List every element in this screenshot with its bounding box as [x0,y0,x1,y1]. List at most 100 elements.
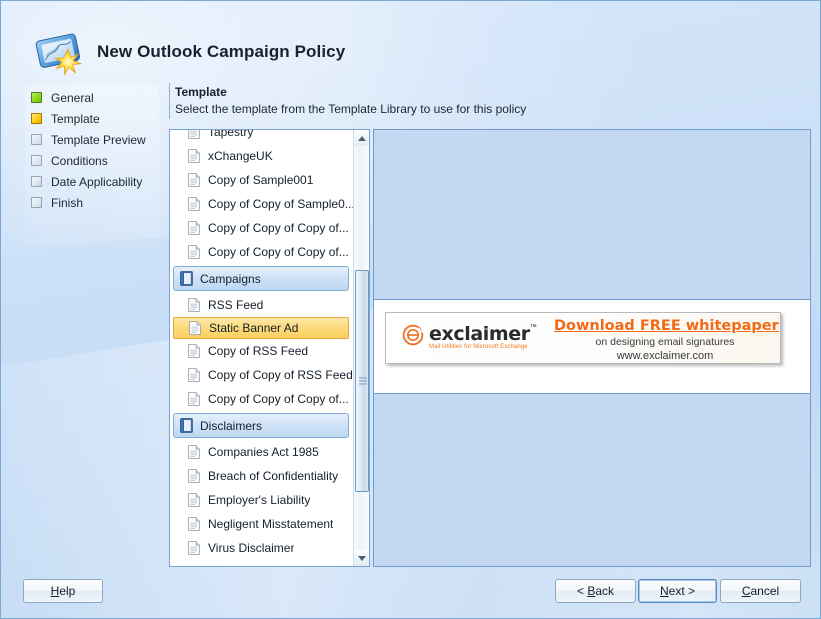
template-list-item[interactable]: Copy of Copy of Copy of... [170,216,354,240]
document-icon [189,321,201,335]
template-item-label: Copy of Sample001 [208,173,314,187]
template-item-label: RSS Feed [208,298,264,312]
scroll-up-button[interactable] [354,130,369,146]
template-item-label: Copy of RSS Feed [208,344,309,358]
step-status-icon-date-applicability [31,176,42,187]
template-item-label: Copy of Copy of RSS Feed [208,368,353,382]
step-status-icon-general [31,92,42,103]
header-divider [169,83,170,119]
template-library-list[interactable]: Tapestry xChangeUK Copy of Sample001 Copy o… [169,129,370,567]
template-group-header[interactable]: Disclaimers [173,413,349,438]
template-list-item[interactable]: Copy of Copy of Copy of... [170,387,354,411]
template-group-label: Disclaimers [200,418,263,433]
document-icon [188,197,200,211]
document-icon [188,173,200,187]
sidebar-item-label: Finish [51,195,84,210]
exclaimer-banner: exclaimer ™ Mail Utilities for Microsoft… [385,312,781,364]
step-status-icon-finish [31,197,42,208]
cancel-button[interactable]: Cancel [720,579,801,603]
template-group-header[interactable]: Campaigns [173,266,349,291]
document-icon [188,392,200,406]
sidebar-item-label: Conditions [51,153,108,168]
banner-subline-1: on designing email signatures [595,336,735,348]
sidebar-item-label: Date Applicability [51,174,143,189]
template-list-items: Tapestry xChangeUK Copy of Sample001 Copy o… [170,130,354,560]
step-status-icon-template [31,113,42,124]
step-status-icon-conditions [31,155,42,166]
template-list-item[interactable]: Virus Disclaimer [170,536,354,560]
template-list-item[interactable]: Negligent Misstatement [170,512,354,536]
document-icon [188,149,200,163]
template-list-item[interactable]: Breach of Confidentiality [170,464,354,488]
wizard-window: New Outlook Campaign Policy General Temp… [0,0,821,619]
document-icon [188,298,200,312]
template-preview-panel: exclaimer ™ Mail Utilities for Microsoft… [373,129,811,567]
template-list-item[interactable]: Copy of RSS Feed [170,339,354,363]
template-group-label: Campaigns [200,271,261,286]
document-icon [188,469,200,483]
template-item-label: Copy of Copy of Sample0... [208,197,354,211]
template-item-label: Copy of Copy of Copy of... [208,221,349,235]
template-item-label: Copy of Copy of Copy of... [208,392,349,406]
document-icon [188,245,200,259]
trademark-symbol: ™ [529,324,537,331]
template-item-label: xChangeUK [208,149,273,163]
document-icon [188,445,200,459]
template-list-viewport: Tapestry xChangeUK Copy of Sample001 Copy o… [170,130,354,566]
template-list-item[interactable]: xChangeUK [170,144,354,168]
back-button-label: < Back [576,584,615,598]
sidebar-item-label: Template Preview [51,132,146,147]
template-list-item-selected[interactable]: Static Banner Ad [173,317,349,339]
template-list-item[interactable]: Copy of Sample001 [170,168,354,192]
template-list-item[interactable]: Copy of Copy of Copy of... [170,240,354,264]
next-button-label: Next > [659,584,696,598]
template-item-label: Tapestry [208,130,254,139]
template-list-item[interactable]: Tapestry [170,130,354,144]
outlook-campaign-icon [35,33,82,76]
template-item-label: Breach of Confidentiality [208,469,339,483]
document-icon [188,368,200,382]
help-button-label: Help [50,584,76,598]
exclaimer-wordmark: exclaimer [429,323,530,345]
folder-book-icon [180,418,193,433]
exclaimer-mark-icon [402,324,424,346]
next-button[interactable]: Next > [638,579,717,603]
banner-message: Download FREE whitepaper on designing em… [554,318,779,363]
scroll-up-arrow-icon [357,135,366,141]
document-icon [188,517,200,531]
content-header: Template Select the template from the Te… [175,85,526,117]
sidebar-item-label: General [51,90,94,105]
sidebar-item-general[interactable]: General [31,87,166,108]
template-list-item[interactable]: Companies Act 1985 [170,440,354,464]
template-list-scrollbar[interactable] [353,130,369,566]
template-list-item[interactable]: Employer's Liability [170,488,354,512]
sidebar-item-conditions[interactable]: Conditions [31,150,166,171]
document-icon [188,541,200,555]
template-list-item[interactable]: RSS Feed [170,293,354,317]
scroll-down-arrow-icon [357,555,366,561]
document-icon [188,344,200,358]
content-title: Template [175,85,227,99]
wizard-header: New Outlook Campaign Policy [1,1,820,83]
wizard-steps-nav: General Template Template Preview Condit… [31,87,166,213]
sidebar-item-finish[interactable]: Finish [31,192,166,213]
template-list-item[interactable]: Copy of Copy of Sample0... [170,192,354,216]
step-status-icon-template-preview [31,134,42,145]
exclaimer-tagline: Mail Utilities for Microsoft Exchange [429,344,528,350]
scrollbar-thumb[interactable] [355,270,369,492]
sidebar-item-template[interactable]: Template [31,108,166,129]
document-icon [188,221,200,235]
template-item-label: Negligent Misstatement [208,517,334,531]
sidebar-item-template-preview[interactable]: Template Preview [31,129,166,150]
template-list-item[interactable]: Copy of Copy of RSS Feed [170,363,354,387]
document-icon [188,130,200,139]
exclaimer-logo: exclaimer ™ [402,324,537,346]
template-item-label: Virus Disclaimer [208,541,295,555]
template-item-label: Static Banner Ad [209,321,299,335]
sidebar-item-date-applicability[interactable]: Date Applicability [31,171,166,192]
help-button[interactable]: Help [23,579,103,603]
scroll-down-button[interactable] [354,550,369,566]
back-button[interactable]: < Back [555,579,636,603]
scrollbar-grip-icon [359,377,367,385]
sidebar-item-label: Template [51,111,100,126]
